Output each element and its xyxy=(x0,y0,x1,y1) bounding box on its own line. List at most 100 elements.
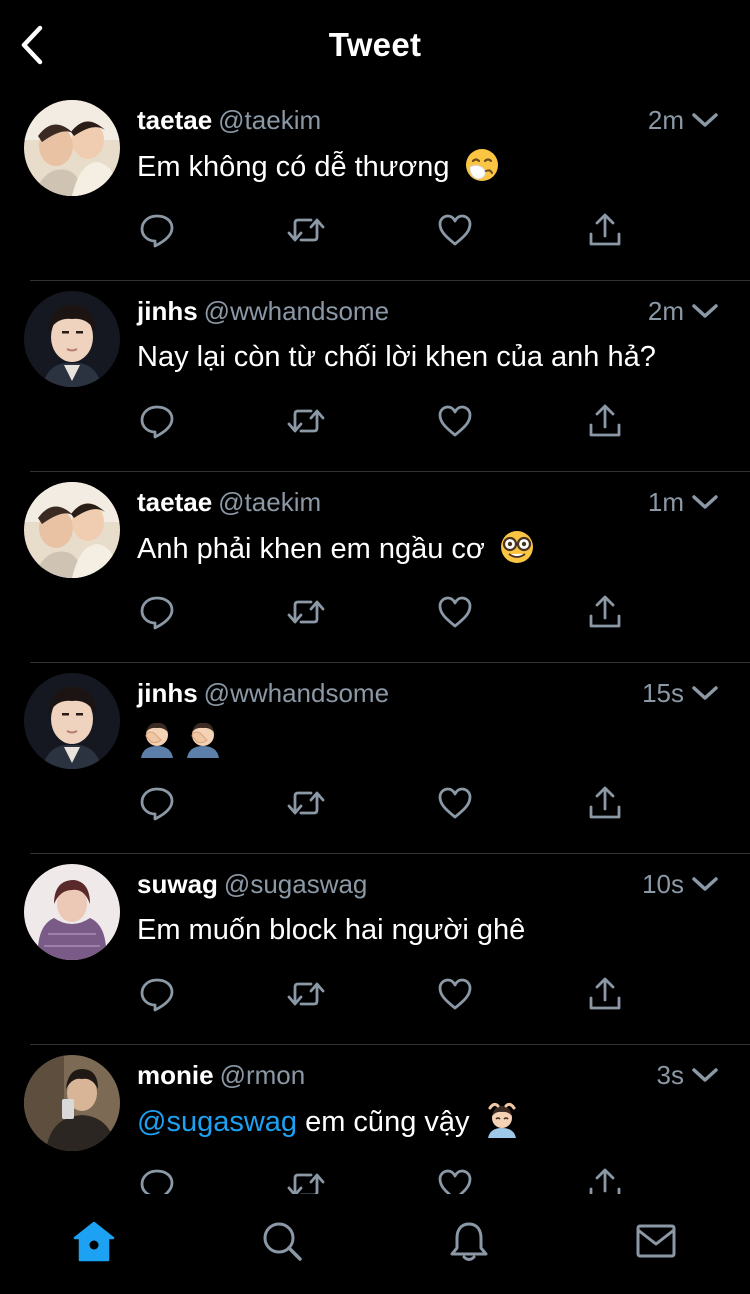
chevron-down-icon[interactable] xyxy=(690,490,720,514)
chevron-down-icon[interactable] xyxy=(690,1063,720,1087)
avatar[interactable] xyxy=(24,864,120,960)
tweet-item[interactable]: taetae @taekim 2m Em không có dễ thương xyxy=(0,90,750,281)
tweet-text xyxy=(137,720,726,761)
retweet-button[interactable] xyxy=(286,592,326,632)
mention-link[interactable]: @sugaswag xyxy=(137,1106,297,1138)
user-handle[interactable]: @taekim xyxy=(218,105,321,135)
reply-button[interactable] xyxy=(137,783,177,823)
tweet-header: suwag @sugaswag xyxy=(137,868,640,900)
tweet-text: Nay lại còn từ chối lời khen của anh hả? xyxy=(137,338,726,376)
retweet-icon xyxy=(287,600,325,624)
tweet-text: Anh phải khen em ngầu cơ xyxy=(137,529,726,568)
share-icon xyxy=(589,1168,621,1194)
reply-icon xyxy=(140,787,174,821)
reply-icon xyxy=(140,596,174,630)
user-handle[interactable]: @wwhandsome xyxy=(204,678,389,708)
tweet-feed[interactable]: taetae@taekim 2m Em không có dễ thương xyxy=(0,90,750,1194)
heart-icon xyxy=(438,214,472,246)
like-button[interactable] xyxy=(435,974,475,1014)
tab-search[interactable] xyxy=(257,1216,307,1266)
avatar[interactable] xyxy=(24,1055,120,1151)
share-icon xyxy=(589,404,621,437)
user-handle[interactable]: @taekim xyxy=(218,487,321,517)
facepalm-emoji xyxy=(141,722,173,758)
retweet-icon xyxy=(287,1173,325,1194)
chevron-down-icon[interactable] xyxy=(690,108,720,132)
facepalm-emoji xyxy=(187,722,219,758)
retweet-button[interactable] xyxy=(286,1165,326,1194)
retweet-icon xyxy=(287,409,325,433)
timestamp: 3s xyxy=(656,1060,684,1090)
chevron-down-icon[interactable] xyxy=(690,299,720,323)
tweet-item[interactable]: jinhs @wwhandsome 2m Nay lại còn từ chối … xyxy=(0,281,750,472)
tweet-item[interactable]: monie @rmon 3s @sugaswag em cũng vậy xyxy=(0,1045,750,1194)
share-icon xyxy=(589,213,621,246)
like-button[interactable] xyxy=(435,783,475,823)
reply-button[interactable] xyxy=(137,210,177,250)
display-name[interactable]: suwag xyxy=(137,869,218,899)
search-icon xyxy=(263,1222,302,1261)
user-handle[interactable]: @rmon xyxy=(220,1060,306,1090)
display-name[interactable]: jinhs xyxy=(137,678,198,708)
face-massage-emoji xyxy=(487,1102,516,1138)
tab-home[interactable] xyxy=(69,1216,119,1266)
tweet-text-content: em cũng vậy xyxy=(305,1106,470,1138)
tweet-actions xyxy=(137,401,637,441)
like-button[interactable] xyxy=(435,401,475,441)
bottom-tab-bar xyxy=(0,1194,750,1294)
heart-icon xyxy=(438,596,472,628)
avatar[interactable] xyxy=(24,291,120,387)
reply-button[interactable] xyxy=(137,974,177,1014)
tweet-item[interactable]: taetae @taekim 1m Anh phải khen em ngầu c… xyxy=(0,472,750,663)
chevron-down-icon[interactable] xyxy=(690,681,720,705)
heart-icon xyxy=(438,1169,472,1194)
heart-icon xyxy=(438,787,472,819)
reply-icon xyxy=(140,214,174,248)
share-button[interactable] xyxy=(585,592,625,632)
timestamp: 2m xyxy=(647,296,684,326)
display-name[interactable]: jinhs xyxy=(137,296,198,326)
retweet-icon xyxy=(287,982,325,1006)
like-button[interactable] xyxy=(435,210,475,250)
timestamp: 10s xyxy=(642,869,684,899)
share-icon xyxy=(589,595,621,628)
reply-button[interactable] xyxy=(137,1165,177,1194)
tweet-header: monie @rmon xyxy=(137,1059,640,1091)
avatar[interactable] xyxy=(24,673,120,769)
avatar[interactable] xyxy=(24,482,120,578)
display-name[interactable]: taetae xyxy=(137,105,212,135)
user-handle[interactable]: @wwhandsome xyxy=(204,296,389,326)
retweet-button[interactable] xyxy=(286,210,326,250)
user-handle[interactable]: @sugaswag xyxy=(224,869,367,899)
like-button[interactable] xyxy=(435,1165,475,1194)
tweet-item[interactable]: jinhs @wwhandsome 15s xyxy=(0,663,750,854)
tweet-text-content: Nay lại còn từ chối lời khen của anh hả? xyxy=(137,341,656,373)
retweet-button[interactable] xyxy=(286,783,326,823)
share-button[interactable] xyxy=(585,783,625,823)
tweet-item[interactable]: suwag @sugaswag 10s Em muốn block hai ngư… xyxy=(0,854,750,1045)
page-title: Tweet xyxy=(328,26,422,63)
share-icon xyxy=(589,786,621,819)
reply-icon xyxy=(140,978,174,1012)
timestamp: 1m xyxy=(647,487,684,517)
avatar[interactable] xyxy=(24,100,120,196)
reply-button[interactable] xyxy=(137,592,177,632)
share-button[interactable] xyxy=(585,1165,625,1194)
share-button[interactable] xyxy=(585,401,625,441)
chevron-down-icon[interactable] xyxy=(690,872,720,896)
tab-notifications[interactable] xyxy=(444,1216,494,1266)
share-button[interactable] xyxy=(585,210,625,250)
nerd-face-emoji xyxy=(500,531,533,563)
retweet-button[interactable] xyxy=(286,974,326,1014)
tweet-text: Em muốn block hai người ghê xyxy=(137,911,726,949)
tab-messages[interactable] xyxy=(631,1216,681,1266)
like-button[interactable] xyxy=(435,592,475,632)
retweet-button[interactable] xyxy=(286,401,326,441)
display-name[interactable]: monie xyxy=(137,1060,214,1090)
tweet-actions xyxy=(137,592,637,632)
tweet-actions xyxy=(137,783,637,823)
display-name[interactable]: taetae xyxy=(137,487,212,517)
share-button[interactable] xyxy=(585,974,625,1014)
reply-button[interactable] xyxy=(137,401,177,441)
envelope-icon xyxy=(636,1224,676,1258)
